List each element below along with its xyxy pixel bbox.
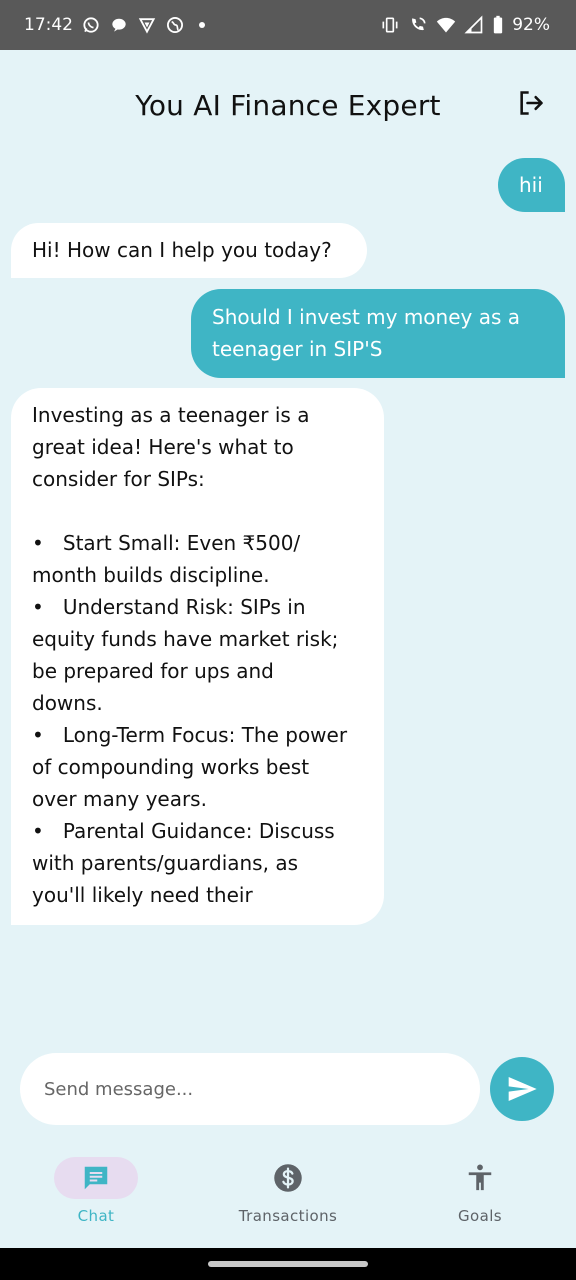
assistant-message: Hi! How can I help you today? xyxy=(11,223,367,278)
globe-icon xyxy=(165,15,185,35)
message-composer xyxy=(20,1053,480,1125)
battery-icon xyxy=(492,15,504,35)
nav-item-transactions[interactable]: Transactions xyxy=(192,1140,384,1248)
vibrate-icon xyxy=(380,15,400,35)
chat-icon xyxy=(84,1166,108,1190)
message-line: • Parental Guidance: Discuss xyxy=(32,819,335,843)
nav-icon-container xyxy=(438,1157,522,1199)
message-line: be prepared for ups and xyxy=(32,659,274,683)
status-bar: 17:42 92% xyxy=(0,0,576,50)
assistant-message: Investing as a teenager is a great idea!… xyxy=(11,388,384,925)
chat-thread[interactable]: hii Hi! How can I help you today? Should… xyxy=(0,156,576,936)
status-bar-right: 92% xyxy=(380,15,550,35)
message-line: Investing as a teenager is a xyxy=(32,403,310,427)
logout-button[interactable] xyxy=(516,88,546,118)
logout-icon xyxy=(520,91,543,115)
nav-item-chat[interactable]: Chat xyxy=(0,1140,192,1248)
message-line: month builds discipline. xyxy=(32,563,270,587)
message-line xyxy=(32,495,368,527)
bottom-navigation: Chat Transactions Goals xyxy=(0,1140,576,1248)
battery-percentage: 92% xyxy=(512,15,550,35)
message-line: great idea! Here's what to xyxy=(32,435,294,459)
wifi-icon xyxy=(436,15,456,35)
home-gesture-handle[interactable] xyxy=(208,1261,368,1267)
nav-label: Goals xyxy=(458,1207,502,1225)
message-line: equity funds have market risk; xyxy=(32,627,339,651)
message-line: over many years. xyxy=(32,787,207,811)
page-title: You AI Finance Expert xyxy=(135,88,441,122)
send-button[interactable] xyxy=(490,1057,554,1121)
nav-item-goals[interactable]: Goals xyxy=(384,1140,576,1248)
person-icon xyxy=(468,1164,492,1191)
dollar-icon xyxy=(274,1164,302,1192)
message-text: hii xyxy=(519,173,543,197)
user-message: hii xyxy=(498,158,565,212)
app-header: You AI Finance Expert xyxy=(0,50,576,160)
nav-icon-container xyxy=(246,1157,330,1199)
status-time: 17:42 xyxy=(24,15,73,35)
message-line: • Long-Term Focus: The power xyxy=(32,723,348,747)
nav-label: Chat xyxy=(77,1207,115,1225)
send-icon xyxy=(508,1077,537,1101)
whatsapp-icon xyxy=(81,15,101,35)
notification-dot xyxy=(199,22,205,28)
message-input[interactable] xyxy=(42,1077,458,1101)
user-message: Should I invest my money as a teenager i… xyxy=(191,289,565,378)
message-line: you'll likely need their xyxy=(32,883,253,907)
message-line: consider for SIPs: xyxy=(32,467,205,491)
gesture-bar xyxy=(0,1248,576,1280)
message-bubble-icon xyxy=(109,15,129,35)
vpn-icon xyxy=(137,15,157,35)
message-line: with parents/guardians, as xyxy=(32,851,298,875)
status-bar-left: 17:42 xyxy=(24,15,205,35)
nav-label: Transactions xyxy=(238,1207,338,1225)
message-text: Should I invest my money as a teenager i… xyxy=(212,305,520,361)
nav-active-indicator xyxy=(54,1157,138,1199)
message-line: downs. xyxy=(32,691,103,715)
message-line: • Understand Risk: SIPs in xyxy=(32,595,306,619)
message-text: Hi! How can I help you today? xyxy=(32,238,332,262)
message-line: of compounding works best xyxy=(32,755,310,779)
message-line: • Start Small: Even ₹500/ xyxy=(32,531,301,555)
wifi-call-icon xyxy=(408,15,428,35)
signal-icon xyxy=(464,15,484,35)
